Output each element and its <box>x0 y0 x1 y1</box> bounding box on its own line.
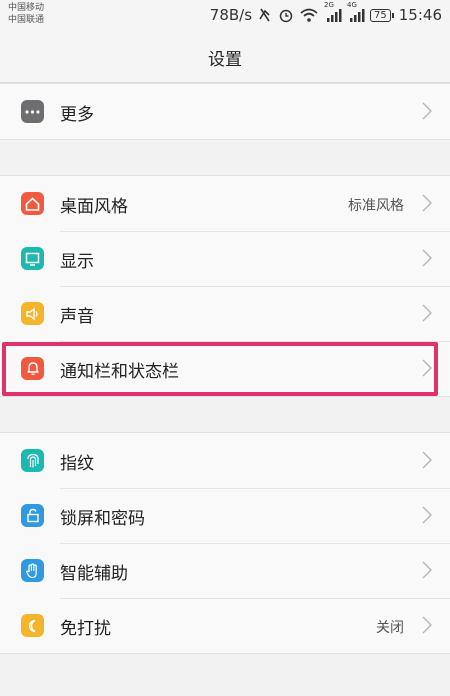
hand-icon <box>21 559 44 582</box>
sound-icon <box>21 302 44 325</box>
lock-icon <box>21 504 44 527</box>
settings-item-label: 智能辅助 <box>60 564 128 584</box>
settings-item-label: 指纹 <box>60 454 94 474</box>
settings-item-label: 免打扰 <box>60 619 111 639</box>
settings-item-value: 标准风格 <box>348 198 404 214</box>
page-title: 设置 <box>208 50 242 70</box>
home-icon <box>21 192 44 215</box>
settings-group-1: 更多 <box>0 83 450 140</box>
settings-item-label: 显示 <box>60 252 94 272</box>
signal-4g-icon: 4G <box>347 1 365 23</box>
battery-icon: 75 <box>370 8 394 22</box>
moon-icon <box>21 614 44 637</box>
settings-item-label: 桌面风格 <box>60 197 128 217</box>
settings-item-do-not-disturb[interactable]: 免打扰 关闭 <box>0 598 450 653</box>
chevron-right-icon <box>422 194 432 212</box>
no-vibrate-icon <box>257 7 273 23</box>
chevron-right-icon <box>422 561 432 579</box>
settings-item-sound[interactable]: 声音 <box>0 286 450 341</box>
clock: 15:46 <box>398 6 442 24</box>
chevron-right-icon <box>422 451 432 469</box>
chevron-right-icon <box>422 506 432 524</box>
settings-item-label: 更多 <box>60 105 94 125</box>
chevron-right-icon <box>422 102 432 120</box>
carrier-1: 中国移动 <box>8 3 45 13</box>
carrier-info: 中国移动 中国联通 <box>8 2 44 26</box>
settings-item-label: 声音 <box>60 307 94 327</box>
settings-group-3: 指纹 锁屏和密码 智能辅助 免打扰 关闭 <box>0 432 450 654</box>
chevron-right-icon <box>422 304 432 322</box>
settings-item-display[interactable]: 显示 <box>0 231 450 286</box>
alarm-icon <box>278 7 294 23</box>
chevron-right-icon <box>422 249 432 267</box>
chevron-right-icon <box>422 616 432 634</box>
settings-item-value: 关闭 <box>376 620 404 636</box>
settings-item-smart-assist[interactable]: 智能辅助 <box>0 543 450 598</box>
settings-item-fingerprint[interactable]: 指纹 <box>0 433 450 488</box>
display-icon <box>21 247 44 270</box>
title-bar: 设置 <box>0 30 450 83</box>
network-speed: 78B/s <box>209 6 253 24</box>
settings-item-more[interactable]: 更多 <box>0 84 450 139</box>
status-bar: 中国移动 中国联通 78B/s 2G 4G 75 15:46 <box>0 0 450 30</box>
settings-item-label: 锁屏和密码 <box>60 509 145 529</box>
more-icon <box>21 100 44 123</box>
signal-2g-icon: 2G <box>324 1 342 23</box>
settings-item-lock-screen-password[interactable]: 锁屏和密码 <box>0 488 450 543</box>
wifi-icon <box>299 7 319 23</box>
carrier-2: 中国联通 <box>8 15 45 25</box>
highlight-box <box>2 342 438 396</box>
fingerprint-icon <box>21 449 44 472</box>
settings-item-desktop-style[interactable]: 桌面风格 标准风格 <box>0 176 450 231</box>
status-icons: 78B/s 2G 4G 75 15:46 <box>209 1 442 24</box>
